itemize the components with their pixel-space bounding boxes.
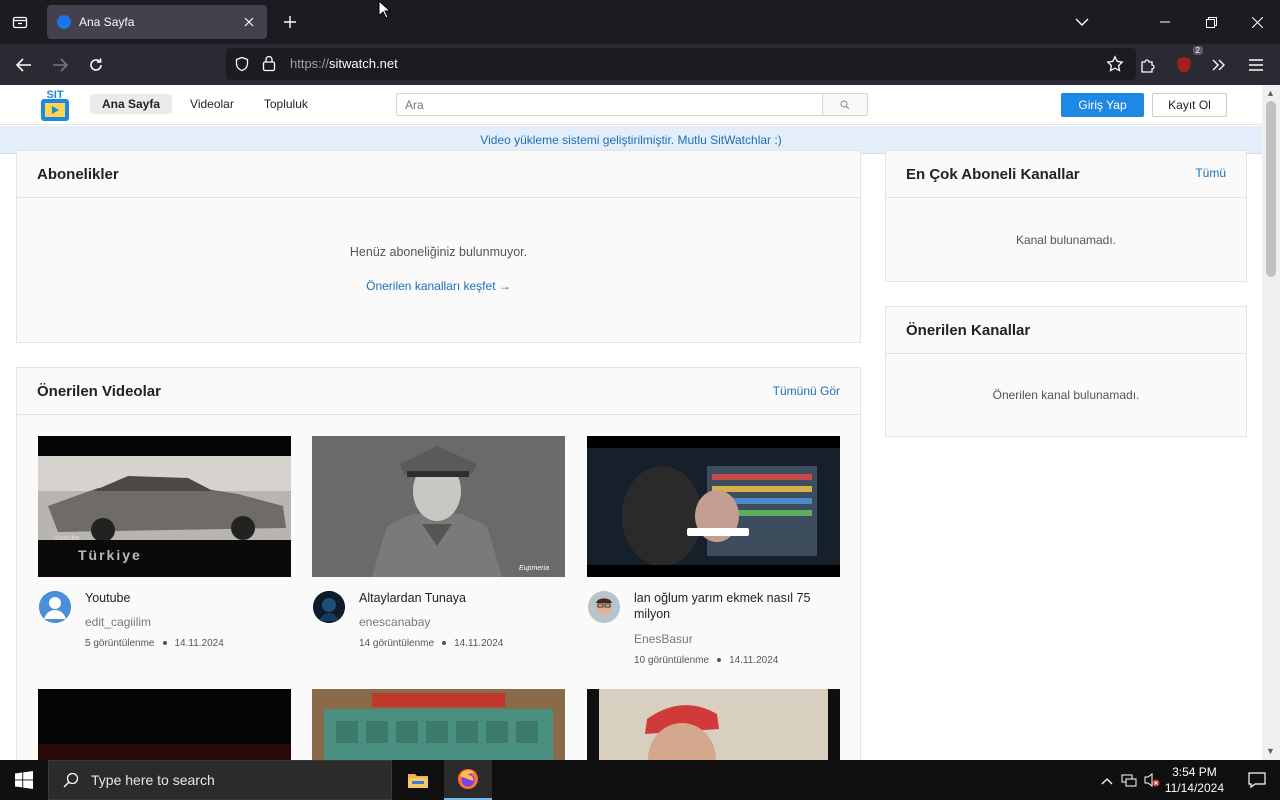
list-all-tabs-icon[interactable]	[1070, 10, 1094, 34]
video-title[interactable]: Altaylardan Tunaya	[359, 590, 559, 606]
video-thumbnail[interactable]	[38, 689, 291, 760]
taskbar-search-icon	[63, 772, 79, 788]
bookmark-star-icon[interactable]	[1106, 55, 1124, 78]
login-button[interactable]: Giriş Yap	[1061, 93, 1144, 117]
discover-channels-link[interactable]: Önerilen kanalları keşfet →	[17, 279, 860, 293]
see-all-videos-link[interactable]: Tümünü Gör	[773, 384, 840, 398]
recommended-videos-card: Önerilen Videolar Tümünü Gör Youtube Tür…	[16, 367, 861, 760]
browser-tab-bar: Ana Sayfa	[0, 0, 1280, 44]
site-nav: Ana Sayfa Videolar Topluluk	[90, 94, 320, 114]
ublock-extension-icon[interactable]: 2	[1171, 46, 1203, 78]
video-stats: 14 görüntülenme 14.11.2024	[359, 638, 504, 649]
file-explorer-icon[interactable]	[394, 760, 442, 800]
lock-icon[interactable]	[262, 55, 276, 77]
taskbar-search-placeholder: Type here to search	[91, 772, 215, 788]
reload-icon[interactable]	[83, 52, 109, 78]
network-icon[interactable]	[1121, 772, 1137, 793]
subscriptions-card: Abonelikler Henüz aboneliğiniz bulunmuyo…	[16, 150, 861, 343]
register-button[interactable]: Kayıt Ol	[1152, 93, 1227, 117]
video-stats: 5 görüntülenme 14.11.2024	[85, 638, 224, 649]
forward-arrow-icon[interactable]	[47, 52, 73, 78]
channel-avatar[interactable]	[313, 591, 345, 623]
taskbar-search-box[interactable]: Type here to search	[48, 760, 392, 800]
browser-toolbar: https://sitwatch.net 2	[0, 44, 1280, 85]
video-channel[interactable]: edit_cagiilim	[85, 615, 151, 629]
recommended-videos-title: Önerilen Videolar	[37, 382, 161, 400]
extension-badge: 2	[1192, 46, 1203, 55]
top-channels-card: En Çok Aboneli Kanallar Tümü Kanal bulun…	[885, 150, 1247, 282]
thumb-watermark: Eupmeria	[519, 565, 549, 572]
sitwatch-logo[interactable]: SIT	[38, 87, 72, 123]
tab-list-icon[interactable]	[8, 10, 32, 34]
video-title[interactable]: lan oğlum yarım ekmek nasıl 75 milyon	[634, 590, 834, 622]
video-card[interactable]: lan oğlum yarım ekmek nasıl 75 milyon En…	[587, 436, 840, 666]
subscriptions-title: Abonelikler	[37, 165, 119, 183]
thumb-small-text: Youtube	[54, 535, 80, 542]
windows-start-icon[interactable]	[0, 760, 48, 800]
scrollbar-thumb[interactable]	[1266, 101, 1276, 277]
back-arrow-icon[interactable]	[11, 52, 37, 78]
minimize-icon[interactable]	[1142, 0, 1188, 44]
nav-videos[interactable]: Videolar	[178, 94, 246, 114]
extensions-puzzle-icon[interactable]	[1135, 52, 1161, 78]
nav-community[interactable]: Topluluk	[252, 94, 320, 114]
system-clock[interactable]: 3:54 PM 11/14/2024	[1165, 764, 1224, 796]
close-window-icon[interactable]	[1234, 0, 1280, 44]
url-text: https://sitwatch.net	[290, 56, 398, 71]
mouse-cursor	[378, 0, 390, 19]
channel-avatar[interactable]	[588, 591, 620, 623]
site-favicon-icon	[57, 15, 71, 29]
page-scrollbar[interactable]: ▲ ▼	[1262, 85, 1280, 760]
windows-taskbar: Type here to search 3:54 PM 11/14/2024	[0, 760, 1280, 800]
tracking-shield-icon[interactable]	[234, 56, 250, 77]
suggested-channels-title: Önerilen Kanallar	[906, 321, 1031, 339]
address-bar[interactable]: https://sitwatch.net	[226, 48, 1136, 80]
top-channels-empty-message: Kanal bulunamadı.	[1015, 233, 1117, 247]
clock-time: 3:54 PM	[1172, 765, 1217, 779]
video-thumbnail[interactable]: Youtube Türkiye	[38, 436, 291, 577]
browser-tab-active[interactable]: Ana Sayfa	[47, 5, 267, 39]
scroll-down-arrow-icon[interactable]: ▼	[1266, 746, 1275, 756]
firefox-taskbar-icon[interactable]	[444, 760, 492, 800]
suggested-channels-card: Önerilen Kanallar Önerilen kanal bulunam…	[885, 306, 1247, 437]
tab-close-icon[interactable]	[241, 14, 257, 30]
nav-home[interactable]: Ana Sayfa	[90, 94, 173, 114]
video-stats: 10 görüntülenme 14.11.2024	[634, 655, 779, 666]
search-input[interactable]	[397, 94, 823, 115]
volume-muted-icon[interactable]	[1144, 772, 1160, 793]
search-button[interactable]	[822, 94, 867, 115]
overflow-chevrons-icon[interactable]	[1206, 52, 1232, 78]
restore-icon[interactable]	[1188, 0, 1234, 44]
search-box	[396, 93, 868, 116]
thumb-overlay-text: Türkiye	[78, 547, 142, 563]
video-card[interactable]: Eupmeria Altaylardan Tunaya enescanabay …	[312, 436, 565, 657]
notifications-icon[interactable]	[1248, 771, 1266, 794]
site-header: SIT Ana Sayfa Videolar Topluluk Giriş Ya…	[0, 85, 1262, 125]
new-tab-icon[interactable]	[279, 11, 301, 33]
tray-chevron-up-icon[interactable]	[1101, 772, 1113, 790]
top-channels-title: En Çok Aboneli Kanallar	[906, 165, 1080, 183]
video-card[interactable]: Youtube Türkiye Youtube edit_cagiilim 5 …	[38, 436, 291, 657]
suggested-channels-empty-message: Önerilen kanal bulunamadı.	[992, 388, 1140, 402]
search-icon	[840, 99, 850, 109]
video-thumbnail[interactable]	[312, 689, 565, 760]
tab-title: Ana Sayfa	[79, 15, 135, 29]
web-page: SIT Ana Sayfa Videolar Topluluk Giriş Ya…	[0, 85, 1262, 760]
video-thumbnail[interactable]: Eupmeria	[312, 436, 565, 577]
video-channel[interactable]: EnesBasur	[634, 632, 693, 646]
scroll-up-arrow-icon[interactable]: ▲	[1266, 88, 1275, 98]
video-channel[interactable]: enescanabay	[359, 615, 430, 629]
video-thumbnail[interactable]	[587, 689, 840, 760]
channel-avatar[interactable]	[39, 591, 71, 623]
hamburger-menu-icon[interactable]	[1243, 52, 1269, 78]
clock-date: 11/14/2024	[1164, 781, 1224, 795]
svg-text:SIT: SIT	[46, 89, 63, 101]
video-title[interactable]: Youtube	[85, 590, 285, 606]
video-thumbnail[interactable]	[587, 436, 840, 577]
subscriptions-empty-message: Henüz aboneliğiniz bulunmuyor.	[349, 245, 528, 259]
all-channels-link[interactable]: Tümü	[1195, 166, 1226, 180]
